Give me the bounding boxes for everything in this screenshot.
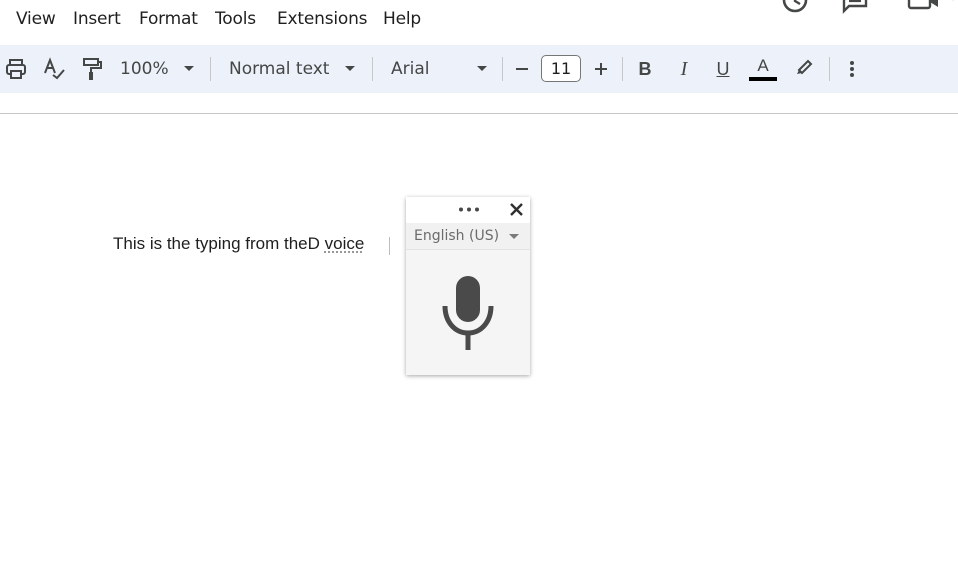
increase-font-size-button[interactable]: [591, 57, 611, 81]
menu-help[interactable]: Help: [383, 9, 421, 29]
zoom-select[interactable]: 100%: [120, 57, 194, 81]
close-icon[interactable]: [510, 203, 523, 216]
style-select[interactable]: Normal text: [229, 57, 356, 81]
text-color-button[interactable]: A: [749, 54, 777, 84]
print-icon[interactable]: [4, 57, 28, 81]
more-vert-icon[interactable]: [842, 57, 862, 81]
paint-format-icon[interactable]: [80, 57, 104, 81]
menu-tools[interactable]: Tools: [215, 9, 256, 29]
voice-panel-header: [406, 197, 530, 223]
spellcheck-icon[interactable]: [42, 57, 66, 81]
zoom-value: 100%: [120, 59, 169, 79]
text-color-swatch: [749, 77, 777, 81]
underline-button[interactable]: U: [712, 57, 734, 81]
menu-view[interactable]: View: [16, 9, 56, 29]
menu-insert[interactable]: Insert: [73, 9, 121, 29]
menu-bar: View Insert Format Tools Extensions Help: [0, 0, 958, 42]
more-options-icon[interactable]: [458, 207, 480, 212]
bold-button[interactable]: B: [634, 57, 656, 81]
chevron-down-icon: [183, 66, 194, 71]
decrease-font-size-button[interactable]: [512, 57, 532, 81]
meet-icon[interactable]: [906, 0, 958, 18]
text-color-letter: A: [757, 56, 769, 75]
comment-icon[interactable]: [841, 0, 869, 18]
document-text-underlined[interactable]: voice: [325, 234, 365, 253]
document-text-main: This is the typing from theD: [113, 234, 325, 253]
language-value: English (US): [414, 228, 500, 244]
menu-extensions[interactable]: Extensions: [277, 9, 368, 29]
italic-button[interactable]: I: [673, 57, 695, 81]
language-select[interactable]: English (US): [406, 223, 530, 250]
chevron-down-icon: [477, 66, 487, 71]
chevron-down-icon: [345, 66, 356, 71]
font-size-input[interactable]: 11: [541, 55, 581, 82]
font-value: Arial: [391, 59, 430, 79]
document-text[interactable]: This is the typing from theD voice: [113, 234, 364, 254]
text-cursor: [389, 237, 390, 255]
minus-icon: [516, 68, 528, 70]
style-value: Normal text: [229, 59, 330, 79]
toolbar: 100% Normal text Arial 11 B I U A: [0, 45, 958, 93]
font-size-value: 11: [550, 59, 572, 78]
history-icon[interactable]: [781, 0, 809, 18]
menu-format[interactable]: Format: [139, 9, 198, 29]
voice-typing-panel: English (US): [406, 197, 530, 375]
chevron-down-icon: [509, 234, 519, 239]
microphone-icon[interactable]: [440, 274, 496, 352]
plus-icon: [595, 63, 607, 75]
highlight-icon[interactable]: [794, 55, 816, 79]
ruler-divider: [0, 113, 958, 114]
font-select[interactable]: Arial: [391, 57, 487, 81]
